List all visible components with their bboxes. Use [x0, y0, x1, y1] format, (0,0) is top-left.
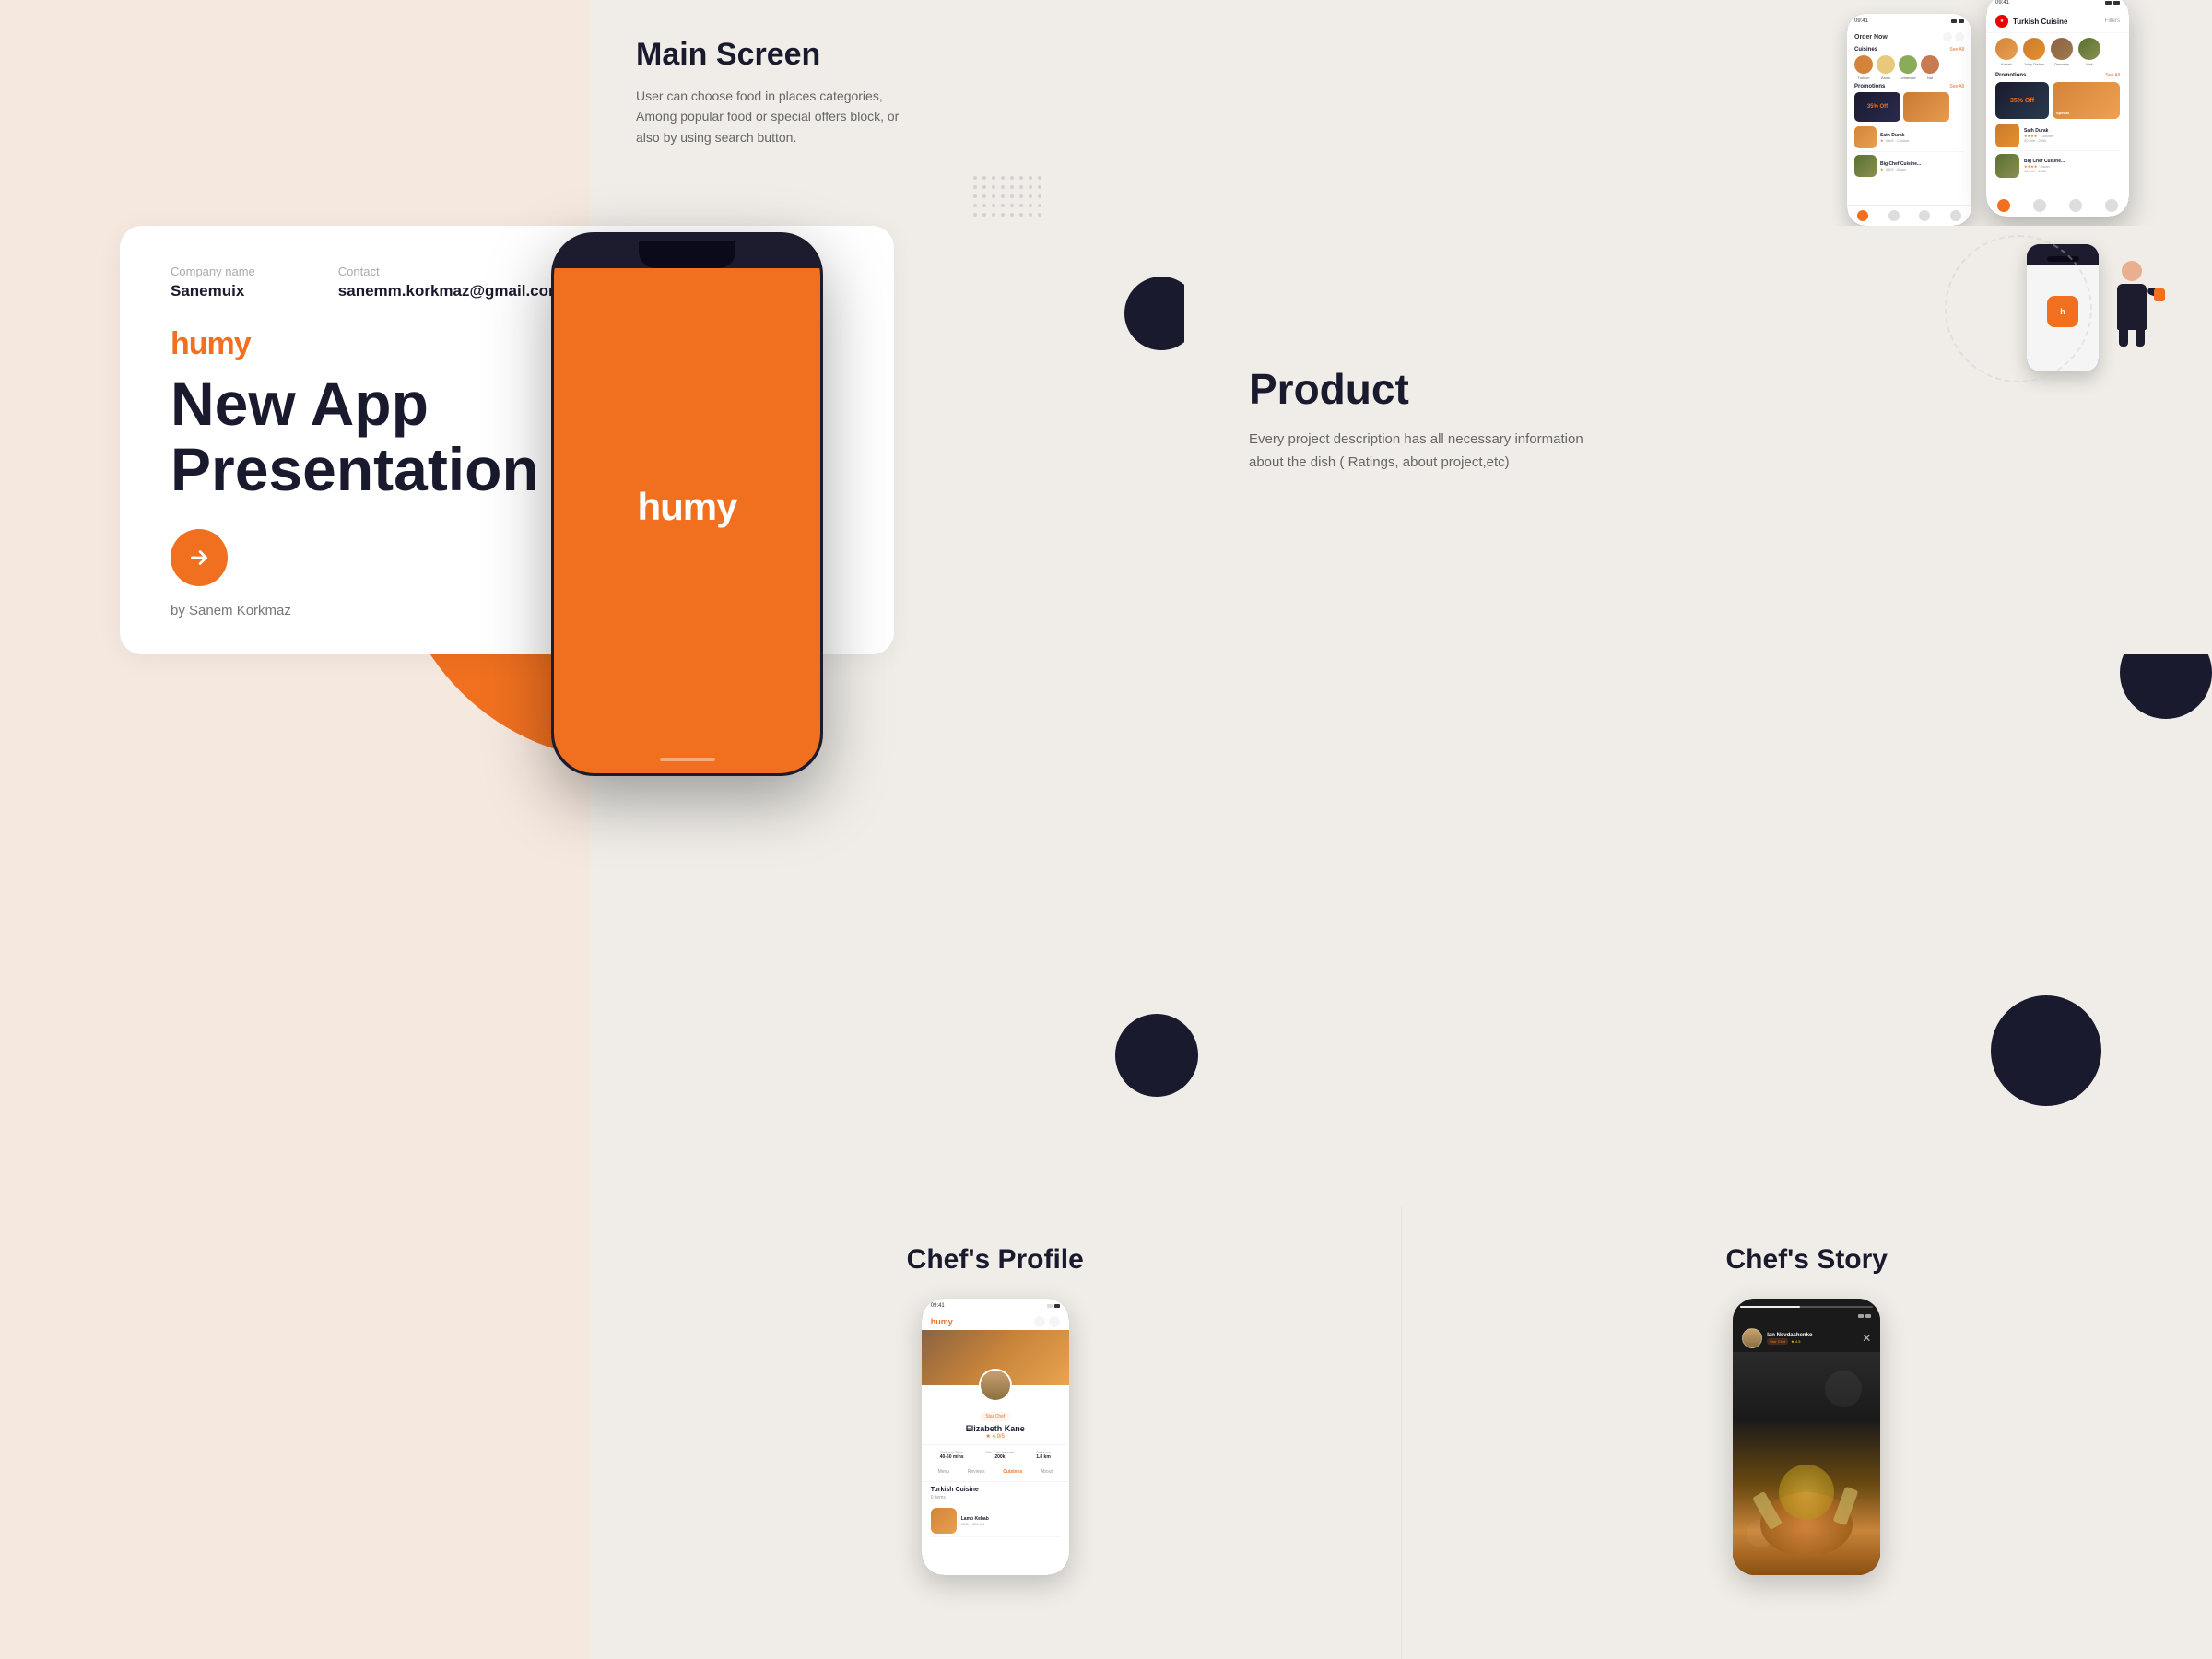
main-screen-section: document.currentScript.insertAdjacentHTM… [590, 0, 1051, 226]
p1-promotions: Promotions [1854, 84, 1885, 89]
main-screen-title: Main Screen [636, 37, 1005, 73]
p2-promotions: Promotions [1995, 73, 2026, 78]
contact-label: Contact [338, 265, 562, 278]
top-phone-2: 09:41 ★ Turkish Cuisine Filters [1986, 0, 2129, 217]
phone-notch [639, 241, 735, 268]
chef-phone-mockup: 09:41 humy [922, 1299, 1069, 1575]
product-section: h Product Every project description has … [1184, 226, 2212, 654]
company-label: Company name [171, 265, 255, 278]
chef-story-section: Chef's Story [1402, 1207, 2212, 1659]
story-badge: Star Chef [1767, 1338, 1788, 1345]
phone-brand-text: humy [637, 485, 736, 529]
product-person-figure [2106, 261, 2157, 371]
main-screen-desc: User can choose food in places categorie… [636, 86, 912, 147]
chef-rating-text: ★ 4.9/5 [931, 1433, 1060, 1440]
p2-filters[interactable]: Filters [2105, 18, 2120, 24]
contact-info: Contact sanemm.korkmaz@gmail.com [338, 265, 562, 300]
p2-title: Turkish Cuisine [2013, 18, 2067, 26]
company-info: Company name Sanemuix [171, 265, 255, 300]
chef-story-phone-mockup: Ian Nevdashenko Star Chef ★ 4.5 ✕ [1733, 1299, 1880, 1575]
phone-screen: humy [554, 268, 820, 746]
chef-name-text: Elizabeth Kane [931, 1424, 1060, 1433]
p1-promo-off: 35% Off [1867, 104, 1888, 110]
story-rating: ★ 4.5 [1791, 1339, 1800, 1344]
p1-see-all-2[interactable]: See All [1949, 84, 1964, 89]
chef-badge-text: Star Chef [980, 1412, 1010, 1421]
bottom-section: Chef's Profile 09:41 humy [590, 1207, 2212, 1659]
p2-see-all[interactable]: See All [2105, 73, 2120, 78]
main-phone-mockup: humy [551, 232, 823, 776]
arrow-button[interactable] [171, 529, 228, 586]
product-dot-circle [1945, 235, 2092, 382]
company-name: Sanemuix [171, 282, 255, 300]
chef-cuisine-name: Turkish Cuisine [931, 1487, 1060, 1493]
dot-pattern: document.currentScript.insertAdjacentHTM… [973, 176, 1041, 217]
product-desc: Every project description has all necess… [1249, 429, 1599, 475]
dark-circle-3 [1991, 995, 2101, 1106]
p1-cuisines-label: Cuisines [1854, 47, 1877, 53]
p1-order-now: Order Now [1854, 34, 1888, 41]
chef-story-title: Chef's Story [1448, 1244, 2167, 1276]
top-phones-area: 09:41 Order Now Cuisines See All [1161, 0, 2212, 226]
chef-cuisine-items: 0 items [931, 1495, 1060, 1500]
chef-profile-section: Chef's Profile 09:41 humy [590, 1207, 1402, 1659]
bottom-left-area [0, 1207, 590, 1659]
top-phone-1: 09:41 Order Now Cuisines See All [1847, 14, 1971, 226]
contact-email: sanemm.korkmaz@gmail.com [338, 282, 562, 300]
chef-profile-title: Chef's Profile [636, 1244, 1355, 1276]
p1-see-all[interactable]: See All [1949, 47, 1964, 53]
story-chef-name: Ian Nevdashenko [1767, 1333, 1812, 1338]
dark-circle-4 [1115, 1014, 1198, 1097]
